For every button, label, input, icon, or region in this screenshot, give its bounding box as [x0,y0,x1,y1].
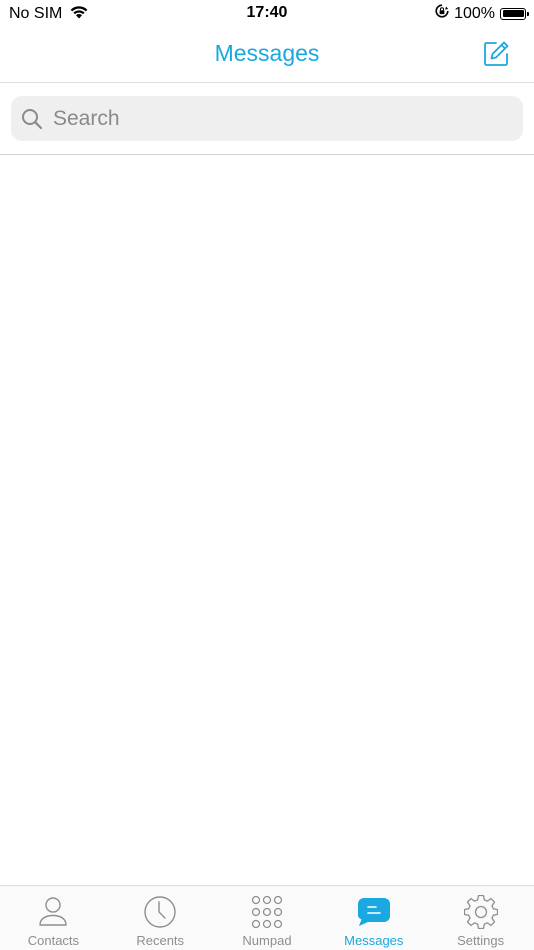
status-bar: No SIM 17:40 100% [0,0,534,28]
tab-label: Numpad [242,933,292,948]
tab-bar: Contacts Recents Numpad Messages Setting… [0,885,534,950]
search-field[interactable] [11,96,523,141]
chat-bubble-icon [357,895,391,929]
compose-icon [484,41,509,66]
tab-contacts[interactable]: Contacts [0,886,107,950]
page-title: Messages [214,40,320,66]
messages-screen: No SIM 17:40 100% Messages Search Contac… [0,0,534,950]
tab-label: Settings [457,933,505,948]
search-icon [22,108,43,129]
orientation-lock-icon [435,4,449,23]
search-bar [0,83,534,155]
gear-icon [463,895,498,929]
compose-button[interactable] [482,40,510,68]
messages-list [0,155,534,885]
person-icon [36,895,70,929]
tab-label: Contacts [27,933,80,948]
tab-messages[interactable]: Messages [320,886,427,950]
tab-settings[interactable]: Settings [427,886,534,950]
search-input[interactable] [51,105,495,132]
tab-recents[interactable]: Recents [107,886,214,950]
battery-icon [500,7,529,20]
status-right: 100% [435,4,529,23]
tab-label: Recents [136,933,185,948]
battery-percent: 100% [454,4,495,22]
tab-label: Messages [344,933,404,948]
clock-icon [143,895,177,929]
navigation-bar: Messages [0,28,534,83]
tab-numpad[interactable]: Numpad [214,886,321,950]
keypad-icon [250,895,284,929]
